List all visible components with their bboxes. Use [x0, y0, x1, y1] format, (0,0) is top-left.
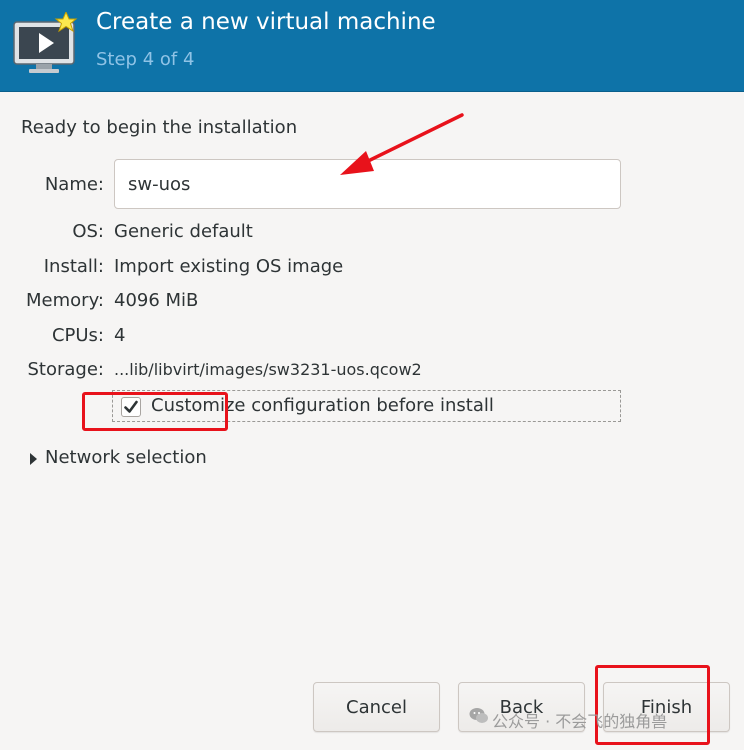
cancel-button[interactable]: Cancel	[313, 682, 440, 732]
storage-value: ...lib/libvirt/images/sw3231-uos.qcow2	[114, 360, 422, 379]
os-value: Generic default	[114, 221, 253, 242]
ready-heading: Ready to begin the installation	[21, 117, 298, 138]
wizard-step: Step 4 of 4	[96, 49, 195, 70]
annotation-box-customize	[82, 392, 228, 431]
memory-label: Memory:	[26, 290, 104, 311]
os-label: OS:	[72, 221, 104, 242]
network-selection-label: Network selection	[45, 447, 207, 468]
memory-value: 4096 MiB	[114, 290, 199, 311]
watermark-text: 公众号 · 不会飞的独角兽	[492, 712, 668, 731]
cpus-label: CPUs:	[51, 325, 104, 346]
wechat-icon	[469, 708, 488, 723]
wizard-header: Create a new virtual machine Step 4 of 4	[0, 0, 744, 92]
name-label: Name:	[44, 174, 104, 195]
install-value: Import existing OS image	[114, 256, 344, 277]
wizard-title: Create a new virtual machine	[96, 9, 436, 35]
vm-name-input[interactable]	[114, 159, 621, 209]
cpus-value: 4	[114, 325, 126, 346]
annotation-box-finish	[595, 665, 710, 745]
install-label: Install:	[43, 256, 104, 277]
vm-new-icon	[13, 12, 78, 73]
storage-label: Storage:	[27, 359, 105, 380]
expander-arrow-icon	[30, 453, 37, 465]
